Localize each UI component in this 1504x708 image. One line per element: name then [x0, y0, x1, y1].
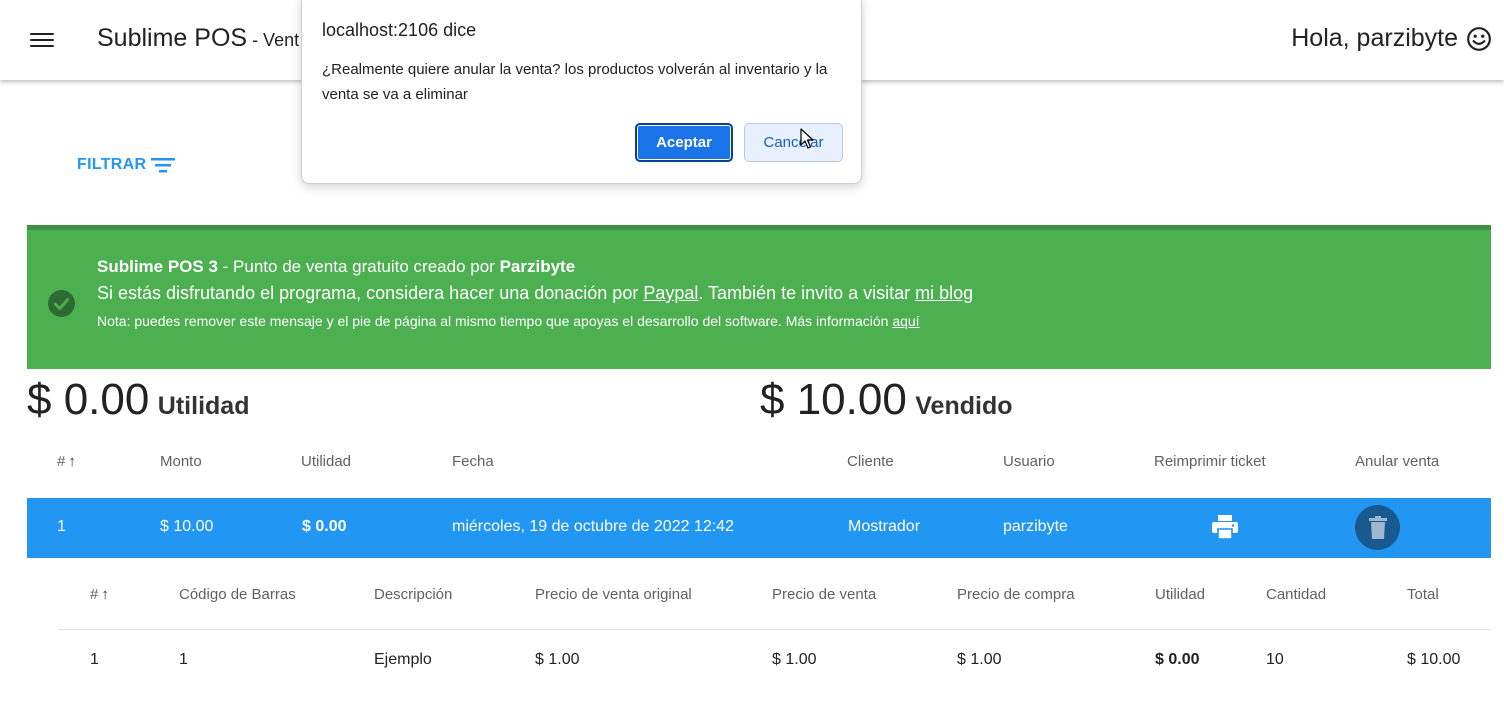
detail-cell-utilidad: $ 0.00: [1155, 651, 1200, 668]
app-title-text: Sublime POS: [97, 24, 248, 52]
donation-banner: Sublime POS 3 - Punto de venta gratuito …: [27, 225, 1491, 369]
col-header-monto[interactable]: Monto: [160, 453, 202, 470]
utilidad-amount: $ 0.00: [27, 375, 150, 424]
banner-brand: Sublime POS 3: [97, 257, 218, 276]
app-subtitle: - Vent: [247, 30, 300, 50]
cell-monto: $ 10.00: [160, 518, 214, 535]
accept-button[interactable]: Aceptar: [635, 123, 733, 162]
filter-button[interactable]: FILTRAR: [77, 154, 176, 176]
detail-cell-id: 1: [90, 651, 99, 668]
col-header-id-label: #: [57, 453, 66, 470]
dialog-message: ¿Realmente quiere anular la venta? los p…: [322, 61, 828, 103]
cell-fecha: miércoles, 19 de octubre de 2022 12:42: [452, 518, 734, 535]
more-info-link[interactable]: aquí: [892, 313, 919, 329]
banner-l2-text: Si estás disfrutando el programa, consid…: [97, 283, 644, 303]
table-row-selected[interactable]: 1 $ 10.00 $ 0.00 miércoles, 19 de octubr…: [27, 498, 1491, 558]
dialog-title: localhost:2106 dice: [322, 20, 477, 40]
col-header-fecha[interactable]: Fecha: [452, 453, 494, 470]
print-icon[interactable]: [1211, 514, 1239, 540]
col-header-id[interactable]: # ↑: [57, 453, 76, 470]
detail-cell-descripcion: Ejemplo: [374, 651, 432, 668]
col-header-cliente[interactable]: Cliente: [847, 453, 894, 470]
detail-col-header-precio-compra[interactable]: Precio de compra: [957, 586, 1075, 603]
filter-label: FILTRAR: [77, 156, 147, 173]
detail-col-header-precio-venta[interactable]: Precio de venta: [772, 586, 876, 603]
cell-cliente: Mostrador: [848, 518, 921, 535]
detail-col-header-cantidad[interactable]: Cantidad: [1266, 586, 1326, 603]
total-utilidad: $ 0.00 Utilidad: [27, 375, 249, 425]
vendido-label: Vendido: [915, 392, 1013, 420]
blog-link[interactable]: mi blog: [915, 283, 973, 303]
detail-cell-cantidad: 10: [1266, 651, 1284, 668]
greeting-text: Hola, parzibyte: [1291, 24, 1458, 52]
detail-cell-total: $ 10.00: [1407, 651, 1461, 668]
banner-l1-text: - Punto de venta gratuito creado por: [217, 257, 500, 276]
confirm-dialog: localhost:2106 dice ¿Realmente quiere an…: [301, 0, 862, 184]
menu-icon[interactable]: [30, 29, 54, 51]
user-greeting[interactable]: Hola, parzibyte: [1291, 24, 1492, 53]
smile-icon: [1467, 26, 1491, 51]
cell-id: 1: [57, 518, 66, 535]
detail-col-header-codigo[interactable]: Código de Barras: [179, 586, 296, 603]
detail-cell-precio-original: $ 1.00: [535, 651, 580, 668]
trash-icon: [1368, 515, 1387, 539]
banner-l3-text: Nota: puedes remover este mensaje y el p…: [97, 313, 893, 329]
cell-utilidad: $ 0.00: [302, 518, 347, 535]
cell-usuario: parzibyte: [1003, 518, 1068, 535]
detail-cell-codigo: 1: [179, 651, 188, 668]
banner-line-3: Nota: puedes remover este mensaje y el p…: [97, 313, 920, 329]
cursor-icon: [800, 128, 814, 149]
vendido-amount: $ 10.00: [760, 375, 907, 424]
detail-col-header-utilidad[interactable]: Utilidad: [1155, 586, 1205, 603]
detail-col-header-id-label: #: [90, 586, 99, 603]
total-vendido: $ 10.00 Vendido: [760, 375, 1013, 425]
paypal-link[interactable]: Paypal: [643, 283, 698, 303]
detail-col-header-id[interactable]: # ↑: [90, 586, 109, 603]
banner-line-1: Sublime POS 3 - Punto de venta gratuito …: [97, 257, 575, 277]
detail-divider: [58, 629, 1491, 630]
detail-col-header-total[interactable]: Total: [1407, 586, 1439, 603]
sort-arrow-up-icon: ↑: [68, 453, 76, 470]
check-circle-icon: [48, 290, 75, 317]
utilidad-label: Utilidad: [157, 392, 250, 420]
detail-col-header-precio-original[interactable]: Precio de venta original: [535, 586, 692, 603]
banner-line-2: Si estás disfrutando el programa, consid…: [97, 283, 973, 304]
app-title: Sublime POS - Vent: [97, 24, 299, 53]
col-header-anular: Anular venta: [1355, 453, 1440, 470]
cancel-button[interactable]: Cancelar: [744, 123, 843, 162]
detail-col-header-descripcion[interactable]: Descripción: [374, 586, 452, 603]
delete-sale-button[interactable]: [1355, 505, 1400, 550]
detail-cell-precio-compra: $ 1.00: [957, 651, 1002, 668]
col-header-reimprimir: Reimprimir ticket: [1154, 453, 1266, 470]
col-header-utilidad[interactable]: Utilidad: [301, 453, 351, 470]
banner-author: Parzibyte: [499, 257, 576, 276]
filter-icon: [151, 158, 176, 173]
sort-arrow-up-icon: ↑: [101, 586, 109, 603]
col-header-usuario[interactable]: Usuario: [1003, 453, 1055, 470]
banner-l2-mid: . También te invito a visitar: [698, 283, 916, 303]
detail-cell-precio-venta: $ 1.00: [772, 651, 817, 668]
